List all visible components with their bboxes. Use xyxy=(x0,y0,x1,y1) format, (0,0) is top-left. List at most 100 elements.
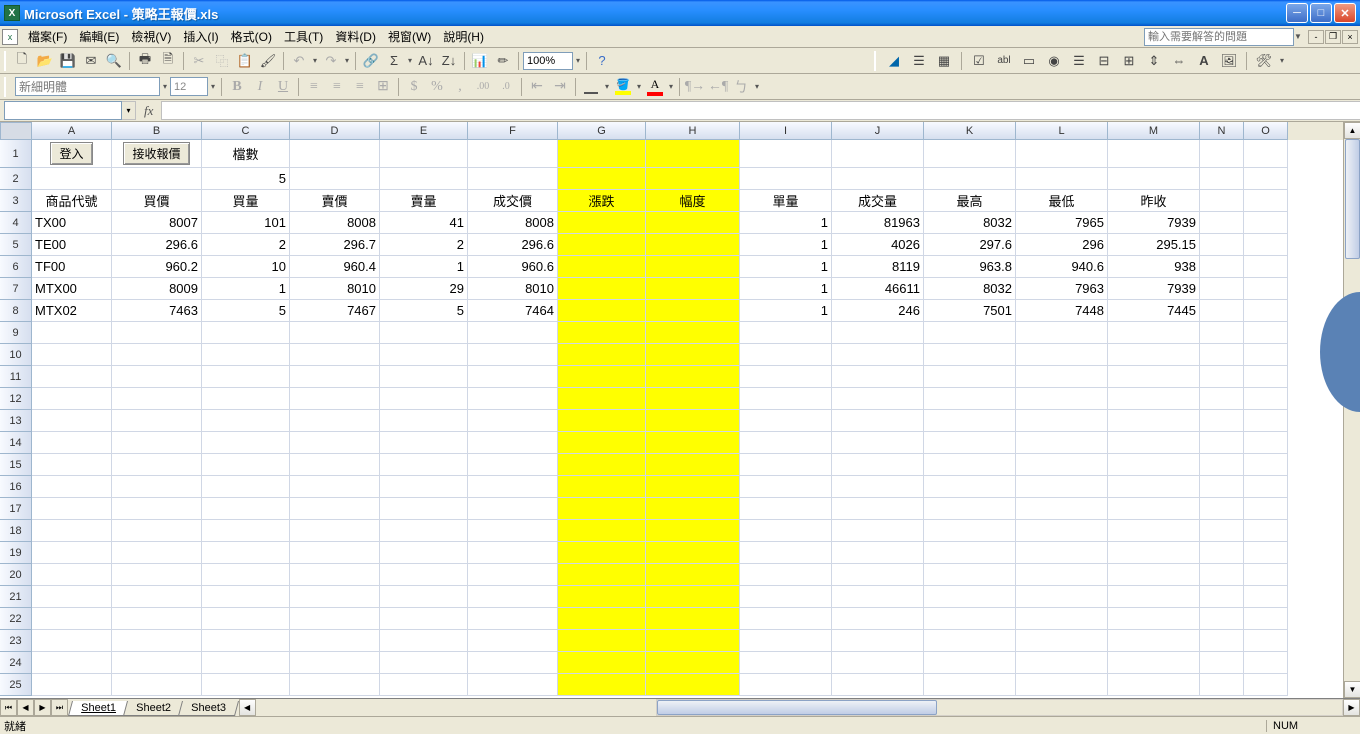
data-cell[interactable] xyxy=(558,256,646,278)
cell[interactable] xyxy=(1244,674,1288,696)
cell[interactable] xyxy=(1108,498,1200,520)
cell[interactable] xyxy=(558,366,646,388)
cell[interactable] xyxy=(646,322,740,344)
cell[interactable] xyxy=(1108,476,1200,498)
menu-window[interactable]: 視窗(W) xyxy=(382,26,437,47)
cell[interactable] xyxy=(924,652,1016,674)
cell[interactable] xyxy=(646,140,740,168)
cell[interactable] xyxy=(202,454,290,476)
cell[interactable] xyxy=(32,168,112,190)
cell[interactable] xyxy=(32,344,112,366)
font-color-icon[interactable]: A xyxy=(644,76,666,98)
header-cell[interactable]: 賣量 xyxy=(380,190,468,212)
cell[interactable] xyxy=(1108,366,1200,388)
cell[interactable] xyxy=(290,520,380,542)
cell[interactable] xyxy=(1108,652,1200,674)
cell[interactable] xyxy=(646,476,740,498)
cell[interactable] xyxy=(1244,586,1288,608)
data-cell[interactable]: 7939 xyxy=(1108,212,1200,234)
search-icon[interactable]: 🔍 xyxy=(103,50,125,72)
cell[interactable] xyxy=(646,344,740,366)
tab-next-button[interactable]: ▶ xyxy=(34,699,51,716)
maximize-button[interactable]: □ xyxy=(1310,3,1332,23)
cell[interactable] xyxy=(112,322,202,344)
cell-login[interactable]: 登入 xyxy=(32,140,112,168)
cell[interactable] xyxy=(924,564,1016,586)
cell[interactable] xyxy=(202,344,290,366)
listbox-control-icon[interactable]: ☰ xyxy=(1068,50,1090,72)
cell[interactable] xyxy=(112,498,202,520)
cell[interactable] xyxy=(740,322,832,344)
phonetic-icon[interactable]: ㄅ xyxy=(730,76,752,98)
borders-dropdown[interactable]: ▾ xyxy=(603,82,611,91)
cell[interactable] xyxy=(558,630,646,652)
cell[interactable] xyxy=(290,564,380,586)
cell[interactable] xyxy=(112,432,202,454)
cell[interactable] xyxy=(558,608,646,630)
decrease-indent-icon[interactable]: ⇤ xyxy=(526,76,548,98)
mdi-close-button[interactable]: × xyxy=(1342,30,1358,44)
data-cell[interactable]: 7464 xyxy=(468,300,558,322)
data-cell[interactable] xyxy=(1244,278,1288,300)
cell[interactable] xyxy=(740,498,832,520)
cell[interactable] xyxy=(112,630,202,652)
decrease-decimal-icon[interactable]: .0 xyxy=(495,76,517,98)
column-header-I[interactable]: I xyxy=(740,122,832,140)
undo-icon[interactable]: ↶ xyxy=(288,50,310,72)
cell[interactable] xyxy=(1016,674,1108,696)
font-color-dropdown[interactable]: ▾ xyxy=(667,82,675,91)
cell[interactable] xyxy=(290,652,380,674)
cell[interactable] xyxy=(290,366,380,388)
cell[interactable] xyxy=(924,498,1016,520)
properties-icon[interactable]: ☰ xyxy=(908,50,930,72)
data-cell[interactable]: 29 xyxy=(380,278,468,300)
cell[interactable] xyxy=(1016,344,1108,366)
cell[interactable] xyxy=(832,630,924,652)
row-header-17[interactable]: 17 xyxy=(0,498,32,520)
cell[interactable] xyxy=(646,542,740,564)
cell[interactable] xyxy=(468,410,558,432)
cell[interactable] xyxy=(112,366,202,388)
cell[interactable] xyxy=(924,454,1016,476)
cell[interactable] xyxy=(1016,168,1108,190)
data-cell[interactable] xyxy=(646,234,740,256)
cell[interactable] xyxy=(380,388,468,410)
cell[interactable] xyxy=(468,520,558,542)
cell[interactable] xyxy=(1200,388,1244,410)
row-header-11[interactable]: 11 xyxy=(0,366,32,388)
cell[interactable] xyxy=(290,630,380,652)
toolbar-grip-3[interactable] xyxy=(4,77,7,97)
row-header-6[interactable]: 6 xyxy=(0,256,32,278)
cell[interactable] xyxy=(558,564,646,586)
redo-icon[interactable]: ↷ xyxy=(320,50,342,72)
cell[interactable] xyxy=(202,674,290,696)
cell[interactable] xyxy=(112,564,202,586)
row-header-23[interactable]: 23 xyxy=(0,630,32,652)
cell[interactable] xyxy=(1200,454,1244,476)
cell[interactable] xyxy=(32,520,112,542)
cell[interactable] xyxy=(1108,344,1200,366)
data-cell[interactable] xyxy=(646,278,740,300)
cell[interactable] xyxy=(32,322,112,344)
cell[interactable] xyxy=(924,630,1016,652)
format-painter-icon[interactable]: 🖌 xyxy=(257,50,279,72)
cell[interactable] xyxy=(1016,454,1108,476)
header-cell[interactable]: 商品代號 xyxy=(32,190,112,212)
cell[interactable] xyxy=(1016,652,1108,674)
cell[interactable] xyxy=(832,542,924,564)
data-cell[interactable]: 7965 xyxy=(1016,212,1108,234)
row-header-10[interactable]: 10 xyxy=(0,344,32,366)
column-header-M[interactable]: M xyxy=(1108,122,1200,140)
cell[interactable] xyxy=(740,674,832,696)
cell[interactable] xyxy=(290,432,380,454)
cell[interactable] xyxy=(1244,520,1288,542)
cell[interactable] xyxy=(1244,542,1288,564)
cell[interactable] xyxy=(380,542,468,564)
cell[interactable] xyxy=(380,322,468,344)
cell[interactable] xyxy=(1016,498,1108,520)
new-icon[interactable]: 🗋 xyxy=(11,50,33,72)
image-control-icon[interactable]: 🖼 xyxy=(1218,50,1240,72)
cell[interactable] xyxy=(558,140,646,168)
column-header-H[interactable]: H xyxy=(646,122,740,140)
font-name-dropdown[interactable]: ▾ xyxy=(161,82,169,91)
